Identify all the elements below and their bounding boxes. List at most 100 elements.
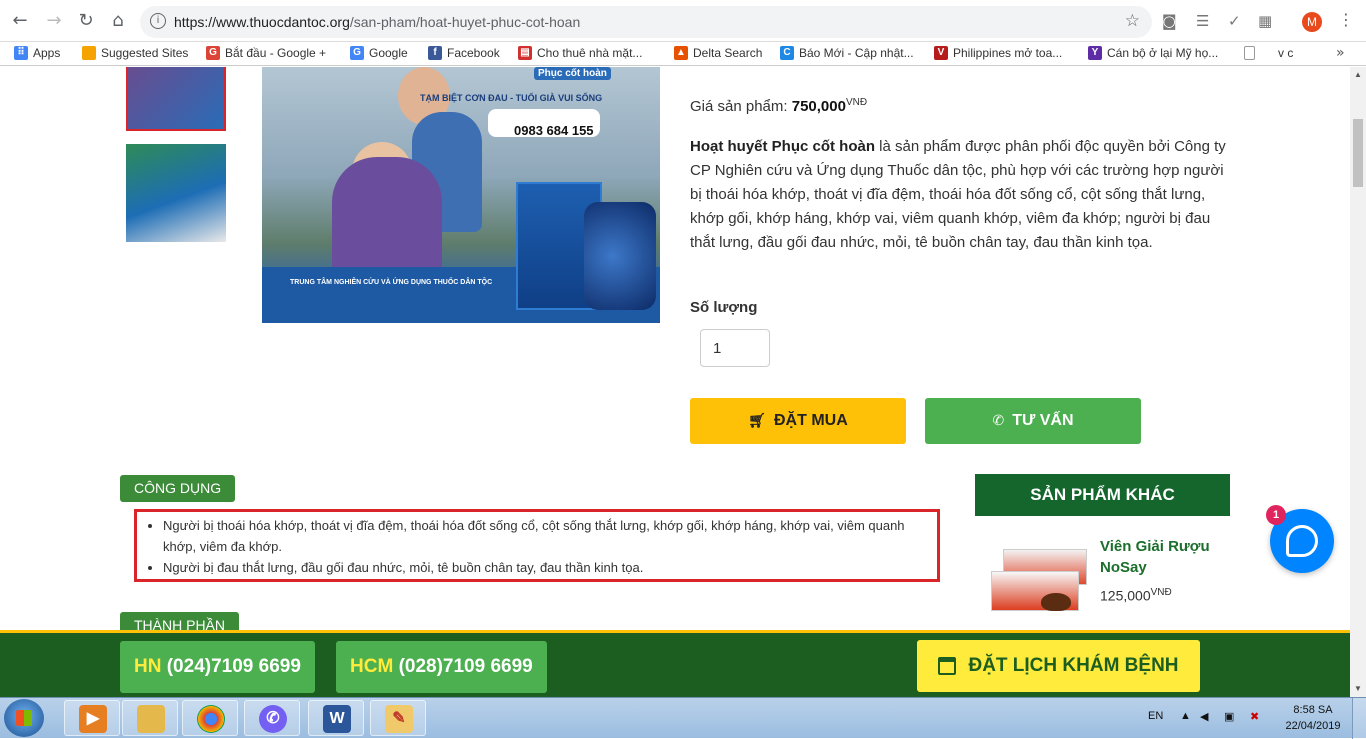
facebook-icon: f <box>428 46 442 60</box>
tray-expand-icon[interactable]: ▲ <box>1180 710 1191 722</box>
taskbar-explorer[interactable] <box>122 700 178 736</box>
bookmark-favicon-icon <box>82 46 96 60</box>
flag-icon[interactable]: ✖ <box>1250 710 1259 723</box>
site-info-icon[interactable]: i <box>150 13 166 29</box>
description-product-name: Hoạt huyết Phục cốt hoàn <box>690 138 876 155</box>
bookmark-apps[interactable]: ⠿ Apps <box>14 46 60 60</box>
reload-icon[interactable]: ↻ <box>74 9 98 33</box>
image-brand: Phục cốt hoàn <box>534 67 611 80</box>
taskbar-chrome[interactable] <box>182 700 238 736</box>
bookmark-bao-moi[interactable]: C Báo Mới - Cập nhật... <box>780 46 914 60</box>
system-clock[interactable]: 8:58 SA 22/04/2019 <box>1284 702 1342 734</box>
product-thumbnail-2[interactable] <box>126 144 226 242</box>
book-appointment-label: ĐẶT LỊCH KHÁM BỆNH <box>968 655 1179 676</box>
calendar-extension-icon[interactable]: ▦ <box>1258 12 1272 30</box>
price-unit: VNĐ <box>845 97 868 108</box>
camera-extension-icon[interactable]: ◙ <box>1162 12 1177 30</box>
media-player-icon: ▶ <box>79 705 107 733</box>
hotline-hcm-city: HCM <box>350 656 394 677</box>
product-main-image[interactable]: Phục cốt hoàn TẠM BIỆT CƠN ĐAU - TUỔI GI… <box>262 67 660 323</box>
cart-icon: 🛒︎ <box>748 413 766 429</box>
uses-item: Người bị đau thắt lưng, đầu gối đau nhức… <box>163 557 937 578</box>
quantity-input[interactable] <box>700 329 770 367</box>
volume-icon[interactable]: ◀ <box>1200 710 1208 723</box>
hotline-hcm[interactable]: HCM (028)7109 6699 <box>336 641 547 693</box>
bookmarks-overflow-icon[interactable]: » <box>1336 45 1345 61</box>
bookmark-can-bo[interactable]: Y Cán bộ ở lại Mỹ họ... <box>1088 46 1218 60</box>
taskbar-paint[interactable]: ✎ <box>370 700 426 736</box>
paint-icon: ✎ <box>385 705 413 733</box>
bookmark-suggested-sites[interactable]: Suggested Sites <box>82 46 188 60</box>
bookmark-label: Suggested Sites <box>101 46 189 60</box>
home-icon[interactable]: ⌂ <box>106 9 130 33</box>
bookmark-google-plus[interactable]: G Bắt đầu - Google + <box>206 46 326 60</box>
scroll-up-icon[interactable]: ▲ <box>1350 67 1366 83</box>
bookmark-label: Báo Mới - Cập nhật... <box>799 46 914 60</box>
bookmark-facebook[interactable]: f Facebook <box>428 46 500 60</box>
page-content: Phục cốt hoàn TẠM BIỆT CƠN ĐAU - TUỔI GI… <box>0 67 1350 630</box>
bookmark-philippines[interactable]: V Philippines mở toa... <box>934 46 1062 60</box>
bookmark-label: Delta Search <box>693 46 763 60</box>
uses-tag: CÔNG DỤNG <box>120 475 236 502</box>
bookmark-favicon-icon: V <box>934 46 948 60</box>
check-extension-icon[interactable]: ✓ <box>1228 12 1241 30</box>
scrollbar-thumb[interactable] <box>1353 119 1363 187</box>
bookmark-delta-search[interactable]: ▲ Delta Search <box>674 46 762 60</box>
uses-list: Người bị thoái hóa khớp, thoát vị đĩa đệ… <box>161 515 937 578</box>
hotline-hn[interactable]: HN (024)7109 6699 <box>120 641 315 693</box>
product-thumbnail-1[interactable] <box>126 67 226 131</box>
address-bar[interactable]: i https://www.thuocdantoc.org/san-pham/h… <box>140 6 1152 38</box>
image-center-name: TRUNG TÂM NGHIÊN CỨU VÀ ỨNG DỤNG THUỐC D… <box>290 279 493 286</box>
list-extension-icon[interactable]: ☰ <box>1196 12 1209 30</box>
ingredients-tag: THÀNH PHẦN <box>120 612 240 630</box>
order-button[interactable]: 🛒︎ ĐẶT MUA <box>690 398 906 444</box>
page-scrollbar[interactable]: ▲ ▼ <box>1350 67 1366 697</box>
bookmark-star-icon[interactable]: ☆ <box>1125 11 1140 31</box>
consult-button[interactable]: ✆ TƯ VẤN <box>925 398 1141 444</box>
book-appointment-button[interactable]: ĐẶT LỊCH KHÁM BỆNH <box>917 640 1200 692</box>
other-product-price-unit: VNĐ <box>1150 587 1172 598</box>
forward-icon[interactable]: → <box>42 9 66 33</box>
hotline-hn-phone: (024)7109 6699 <box>166 656 301 677</box>
bookmark-google[interactable]: G Google <box>350 46 408 60</box>
uses-box: Người bị thoái hóa khớp, thoát vị đĩa đệ… <box>134 509 940 582</box>
taskbar-word[interactable]: W <box>308 700 364 736</box>
network-icon[interactable]: ▣ <box>1224 710 1234 723</box>
show-desktop-button[interactable] <box>1352 698 1366 739</box>
start-button[interactable] <box>4 699 44 737</box>
bookmark-label: Philippines mở toa... <box>953 46 1063 60</box>
taskbar-media-player[interactable]: ▶ <box>64 700 120 736</box>
bookmark-label: Cho thuê nhà mặt... <box>537 46 643 60</box>
scroll-down-icon[interactable]: ▼ <box>1350 681 1366 697</box>
back-icon[interactable]: ← <box>8 9 32 33</box>
word-icon: W <box>323 705 351 733</box>
bookmarks-bar: ⠿ Apps Suggested Sites G Bắt đầu - Google … <box>0 42 1366 66</box>
other-product-name[interactable]: Viên Giải Rượu NoSay <box>1100 536 1220 578</box>
uses-item: Người bị thoái hóa khớp, thoát vị đĩa đệ… <box>163 515 937 557</box>
bookmark-vc[interactable]: v c <box>1244 46 1293 60</box>
product-description: Hoạt huyết Phục cốt hoàn là sản phẩm đượ… <box>690 135 1230 255</box>
browser-menu-icon[interactable]: ⋮ <box>1338 10 1354 29</box>
other-product-image[interactable] <box>985 549 1090 619</box>
other-products-title: SẢN PHẨM KHÁC <box>975 474 1230 516</box>
bookmark-label: Facebook <box>447 46 500 60</box>
google-plus-icon: G <box>206 46 220 60</box>
hotline-hcm-phone: (028)7109 6699 <box>398 656 533 677</box>
url-text[interactable]: https://www.thuocdantoc.org/san-pham/hoa… <box>174 14 580 30</box>
google-icon: G <box>350 46 364 60</box>
taskbar-viber[interactable]: ✆ <box>244 700 300 736</box>
price-value: 750,000 <box>791 98 846 115</box>
bookmark-label: Apps <box>33 46 61 60</box>
bookmark-label: v c <box>1278 46 1294 60</box>
bookmark-cho-thue[interactable]: ▤ Cho thuê nhà mặt... <box>518 46 642 60</box>
language-indicator[interactable]: EN <box>1148 710 1163 722</box>
messenger-icon <box>1286 525 1318 557</box>
image-tagline: TẠM BIỆT CƠN ĐAU - TUỔI GIÀ VUI SỐNG <box>420 93 603 103</box>
bookmark-label: Bắt đầu - Google + <box>225 46 327 60</box>
apps-grid-icon: ⠿ <box>14 46 28 60</box>
profile-avatar[interactable]: M <box>1302 12 1322 32</box>
mushroom-graphic <box>1041 593 1071 611</box>
yahoo-icon: Y <box>1088 46 1102 60</box>
clock-date: 22/04/2019 <box>1285 720 1341 732</box>
messenger-chat-button[interactable]: 1 <box>1266 505 1334 573</box>
